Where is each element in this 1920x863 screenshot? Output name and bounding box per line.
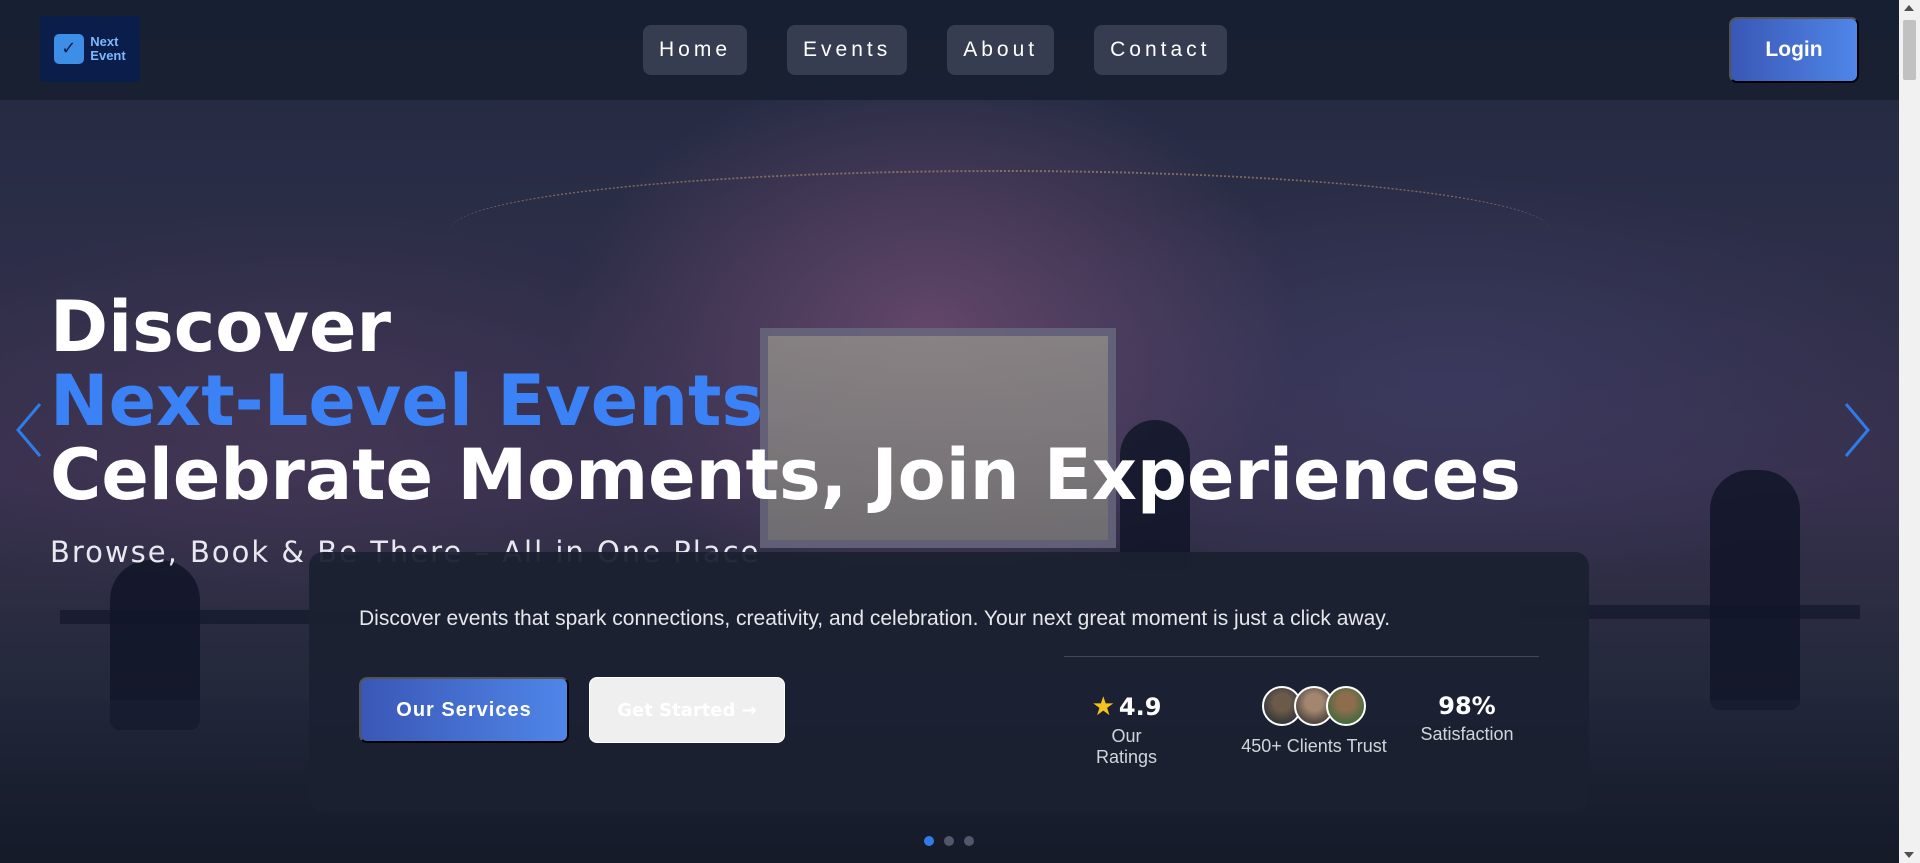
our-services-button[interactable]: Our Services (359, 677, 569, 743)
nav-about[interactable]: About (947, 25, 1055, 75)
logo-text-line2: Event (90, 48, 126, 63)
logo-text: Next Event (90, 35, 125, 63)
scroll-up-icon[interactable] (1904, 5, 1914, 11)
logo-text-line1: Next (90, 34, 119, 49)
nav-events[interactable]: Events (787, 25, 908, 75)
carousel-next-button[interactable] (1840, 400, 1874, 460)
clients-label: 450+ Clients Trust (1241, 736, 1387, 756)
carousel-prev-button[interactable] (12, 400, 46, 460)
main-nav: Home Events About Contact (643, 25, 1227, 75)
headline-line-1: Discover (50, 286, 391, 368)
carousel-dot-2[interactable] (944, 836, 954, 846)
rating-label: Our Ratings (1095, 726, 1158, 767)
info-description: Discover events that spark connections, … (359, 607, 1391, 630)
calendar-check-icon (54, 34, 85, 64)
nav-contact[interactable]: Contact (1094, 25, 1227, 75)
logo[interactable]: Next Event (40, 16, 140, 82)
client-avatars (1234, 686, 1394, 726)
get-started-button[interactable]: Get Started → (589, 677, 785, 743)
chevron-right-icon (1844, 403, 1870, 457)
avatar (1326, 686, 1366, 726)
carousel-indicators (924, 836, 974, 846)
carousel-dot-1[interactable] (924, 836, 934, 846)
nav-home[interactable]: Home (643, 25, 748, 75)
chevron-left-icon (16, 403, 42, 457)
rating-value: 4.9 (1118, 693, 1162, 721)
page-scrollbar[interactable] (1899, 0, 1920, 863)
rating-value-row: ★ 4.9 (1079, 692, 1174, 722)
satisfaction-value: 98% (1438, 692, 1496, 720)
star-icon: ★ (1091, 692, 1115, 722)
stat-satisfaction: 98% Satisfaction (1417, 692, 1517, 745)
stat-clients: 450+ Clients Trust (1234, 686, 1394, 757)
carousel-dot-3[interactable] (964, 836, 974, 846)
scroll-down-icon[interactable] (1904, 852, 1914, 858)
headline-line-2: Next-Level Events (50, 360, 764, 442)
login-button[interactable]: Login (1729, 17, 1859, 83)
scroll-thumb[interactable] (1903, 20, 1916, 80)
satisfaction-label: Satisfaction (1420, 724, 1514, 744)
stat-ratings: ★ 4.9 Our Ratings (1079, 692, 1174, 768)
hero-info-card: Discover events that spark connections, … (309, 552, 1589, 812)
stats-divider (1064, 656, 1539, 657)
hero-headline: Discover Next-Level Events Celebrate Mom… (50, 290, 1521, 512)
headline-line-3: Celebrate Moments, Join Experiences (50, 434, 1521, 516)
navbar: Next Event Home Events About Contact Log… (0, 0, 1899, 100)
